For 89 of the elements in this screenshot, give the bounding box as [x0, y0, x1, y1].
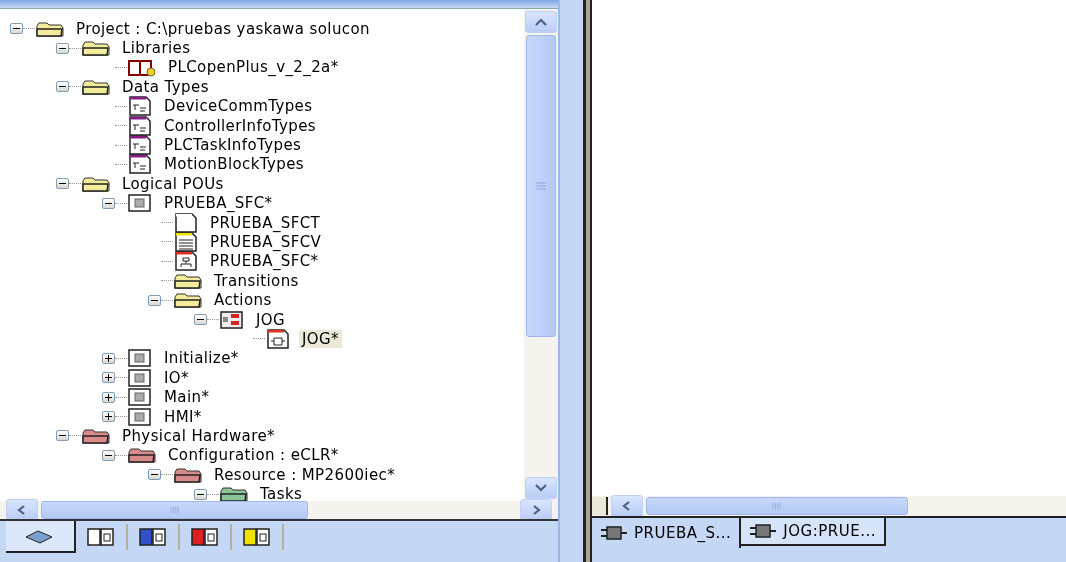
chart-icon — [173, 251, 199, 272]
block-icon — [127, 193, 153, 214]
folder-icon — [81, 426, 111, 445]
expander-toggle[interactable] — [102, 391, 115, 403]
scroll-down-button[interactable] — [525, 477, 557, 499]
expander-toggle[interactable] — [102, 411, 115, 422]
plus-icon — [105, 374, 112, 382]
block-icon — [749, 523, 778, 539]
plus-icon — [105, 354, 112, 362]
expander-toggle[interactable] — [102, 352, 115, 364]
tree-item[interactable]: Actions — [211, 291, 275, 310]
expander-toggle[interactable] — [148, 294, 161, 306]
list-icon — [173, 232, 199, 252]
block-icon — [127, 348, 153, 369]
grip-icon — [535, 181, 547, 191]
expander-toggle[interactable] — [56, 42, 69, 54]
folder-icon — [35, 19, 65, 38]
tree-item[interactable]: JOG* — [299, 329, 342, 348]
grip-icon — [771, 502, 783, 510]
expander-toggle[interactable] — [56, 430, 69, 442]
tree-item[interactable]: Libraries — [119, 39, 194, 58]
tree-item[interactable]: Data Types — [119, 77, 212, 96]
grip-icon — [168, 506, 181, 514]
expander-toggle[interactable] — [102, 449, 115, 461]
tree-item[interactable]: PRUEBA_SFC* — [161, 194, 276, 213]
plus-icon — [105, 393, 112, 401]
splitter-bar[interactable] — [560, 0, 590, 562]
horizontal-scrollbar[interactable] — [0, 501, 558, 519]
scroll-thumb[interactable] — [41, 501, 308, 519]
tree-item[interactable]: Tasks — [257, 485, 306, 501]
expander-toggle[interactable] — [102, 197, 115, 209]
expander-toggle[interactable] — [56, 81, 69, 93]
blocks-icon — [189, 526, 221, 548]
tree-item[interactable]: PRUEBA_SFCT — [207, 213, 324, 232]
expander-toggle[interactable] — [10, 23, 23, 35]
folder-icon — [173, 291, 203, 310]
tree-item[interactable]: DeviceCommTypes — [161, 97, 316, 116]
scroll-up-button[interactable] — [525, 11, 557, 33]
expander-toggle[interactable] — [194, 488, 207, 500]
folder-icon — [81, 174, 111, 193]
block-icon — [265, 328, 291, 349]
tree-item[interactable]: MotionBlockTypes — [161, 155, 308, 174]
folder-icon — [173, 271, 203, 290]
document-icon — [127, 96, 153, 117]
document-icon — [127, 154, 153, 175]
block-icon — [127, 406, 153, 427]
tree-item[interactable]: Project : C:\pruebas yaskawa solucon — [73, 19, 373, 38]
tree-item[interactable]: PRUEBA_SFC* — [207, 252, 322, 271]
document-icon — [127, 135, 153, 156]
blocks-icon — [85, 526, 117, 548]
folder-icon — [81, 77, 111, 96]
block-icon — [219, 309, 245, 330]
scroll-left-button[interactable] — [6, 499, 38, 521]
blocks-icon — [241, 526, 273, 548]
scroll-right-button[interactable] — [520, 499, 552, 521]
folder-icon — [173, 465, 203, 484]
editor-tab[interactable]: JOG:PRUE... — [741, 518, 886, 546]
tree-item[interactable]: Physical Hardware* — [119, 426, 278, 445]
scroll-thumb[interactable] — [526, 35, 556, 337]
horizontal-scrollbar[interactable] — [592, 496, 1066, 516]
vertical-scrollbar[interactable] — [524, 9, 558, 501]
expander-toggle[interactable] — [148, 469, 161, 481]
scroll-left-button[interactable] — [611, 495, 643, 517]
tree-item[interactable]: JOG — [253, 310, 289, 329]
tree-item[interactable]: Resource : MP2600iec* — [211, 465, 399, 484]
plus-icon — [105, 413, 112, 420]
tree-item[interactable]: PRUEBA_SFCV — [207, 233, 325, 251]
scroll-thumb[interactable] — [646, 497, 908, 515]
expander-toggle[interactable] — [102, 372, 115, 384]
tree-item[interactable]: Logical POUs — [119, 174, 227, 193]
block-icon — [600, 525, 628, 541]
tree-item[interactable]: HMI* — [161, 407, 205, 426]
block-icon — [127, 387, 153, 408]
tree-item[interactable]: IO* — [161, 368, 192, 387]
tree-item[interactable]: PLCTaskInfoTypes — [161, 136, 305, 155]
expander-toggle[interactable] — [56, 178, 69, 190]
tree-item[interactable]: ControllerInfoTypes — [161, 116, 320, 135]
panel-tab[interactable] — [6, 521, 76, 553]
tree-item[interactable]: Initialize* — [161, 349, 242, 368]
tree-item[interactable]: Transitions — [211, 271, 302, 290]
tree-item[interactable]: Configuration : eCLR* — [165, 446, 342, 465]
expander-toggle[interactable] — [194, 314, 207, 326]
tree-item[interactable]: PLCopenPlus_v_2_2a* — [165, 58, 342, 77]
folder-icon — [81, 39, 111, 58]
block-icon — [127, 367, 153, 388]
document-icon — [127, 115, 153, 136]
tree-item[interactable]: Main* — [161, 388, 213, 407]
folder-icon — [219, 485, 249, 501]
folder-icon — [127, 446, 157, 465]
